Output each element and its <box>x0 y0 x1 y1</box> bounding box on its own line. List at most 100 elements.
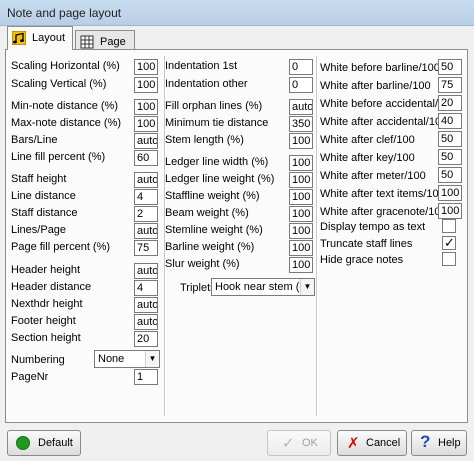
truncate-staff-lines-label: Truncate staff lines <box>320 238 413 250</box>
cancel-button[interactable]: ✗ Cancel <box>337 430 407 456</box>
white-before-accidental-input[interactable]: 20 <box>438 95 462 111</box>
scaling-vertical-input[interactable]: 100 <box>134 77 158 93</box>
beam-weight-input[interactable]: 100 <box>289 206 313 222</box>
help-button-label: Help <box>438 437 461 449</box>
tab-layout[interactable]: Layout <box>7 26 73 50</box>
white-after-clef-input[interactable]: 50 <box>438 131 462 147</box>
lines-page-input[interactable]: auto <box>134 223 158 239</box>
white-after-text-items-input[interactable]: 100 <box>438 185 462 201</box>
column-divider <box>316 56 318 416</box>
staffline-weight-input[interactable]: 100 <box>289 189 313 205</box>
stem-length-input[interactable]: 100 <box>289 133 313 149</box>
white-after-accidental-label: White after accidental/100 <box>320 116 438 128</box>
triplets-select[interactable]: Hook near stem (de ▼ <box>211 278 315 296</box>
white-after-barline-input[interactable]: 75 <box>438 77 462 93</box>
line-distance-input[interactable]: 4 <box>134 189 158 205</box>
bars-line-label: Bars/Line <box>11 134 58 146</box>
truncate-staff-lines-checkbox[interactable]: ✓ <box>442 235 456 250</box>
indentation-other-input[interactable]: 0 <box>289 77 313 93</box>
numbering-label: Numbering <box>11 354 65 366</box>
ledger-line-weight-label: Ledger line weight (%) <box>165 173 275 185</box>
max-note-distance-label: Max-note distance (%) <box>11 117 122 129</box>
stem-length-label: Stem length (%) <box>165 134 244 146</box>
white-after-clef-label: White after clef/100 <box>320 134 415 146</box>
staff-height-input[interactable]: auto <box>134 172 158 188</box>
scaling-vertical-label: Scaling Vertical (%) <box>11 78 107 90</box>
white-after-meter-input[interactable]: 50 <box>438 167 462 183</box>
fill-orphan-lines-input[interactable]: auto <box>289 99 313 115</box>
triplets-value: Hook near stem (de <box>215 281 312 293</box>
numbering-select[interactable]: None ▼ <box>94 350 160 368</box>
nexthdr-height-label: Nexthdr height <box>11 298 83 310</box>
white-after-accidental-input[interactable]: 40 <box>438 113 462 129</box>
nexthdr-height-input[interactable]: auto <box>134 297 158 313</box>
title-bar: Note and page layout <box>0 0 474 26</box>
footer-height-label: Footer height <box>11 315 76 327</box>
help-icon: ? <box>420 432 431 451</box>
max-note-distance-input[interactable]: 100 <box>134 116 158 132</box>
indentation-1st-label: Indentation 1st <box>165 60 238 72</box>
min-note-distance-label: Min-note distance (%) <box>11 100 118 112</box>
hide-grace-notes-label: Hide grace notes <box>320 254 404 266</box>
white-after-meter-label: White after meter/100 <box>320 170 426 182</box>
stemline-weight-label: Stemline weight (%) <box>165 224 263 236</box>
page-fill-percent-input[interactable]: 75 <box>134 240 158 256</box>
slur-weight-input[interactable]: 100 <box>289 257 313 273</box>
slur-weight-label: Slur weight (%) <box>165 258 240 270</box>
fill-orphan-lines-label: Fill orphan lines (%) <box>165 100 263 112</box>
barline-weight-label: Barline weight (%) <box>165 241 255 253</box>
ledger-line-weight-input[interactable]: 100 <box>289 172 313 188</box>
chevron-down-icon[interactable]: ▼ <box>145 351 159 367</box>
barline-weight-input[interactable]: 100 <box>289 240 313 256</box>
minimum-tie-distance-label: Minimum tie distance <box>165 117 269 129</box>
display-tempo-checkbox[interactable] <box>442 219 456 233</box>
close-icon: ✗ <box>347 435 360 452</box>
header-distance-input[interactable]: 4 <box>134 280 158 296</box>
tab-layout-label: Layout <box>32 32 66 44</box>
white-before-barline-label: White before barline/100 <box>320 62 438 74</box>
min-note-distance-input[interactable]: 100 <box>134 99 158 115</box>
layout-dialog: Note and page layout Page Layout Scaling… <box>0 0 474 461</box>
check-icon: ✓ <box>282 435 295 452</box>
help-button[interactable]: ? Help <box>411 430 467 456</box>
default-button-label: Default <box>38 437 73 449</box>
indentation-1st-input[interactable]: 0 <box>289 59 313 75</box>
staffline-weight-label: Staffline weight (%) <box>165 190 260 202</box>
staff-distance-input[interactable]: 2 <box>134 206 158 222</box>
indentation-other-label: Indentation other <box>165 78 248 90</box>
line-distance-label: Line distance <box>11 190 76 202</box>
pagenr-input[interactable]: 1 <box>134 369 158 385</box>
hide-grace-notes-checkbox[interactable] <box>442 252 456 266</box>
minimum-tie-distance-input[interactable]: 350 <box>289 116 313 132</box>
white-before-accidental-label: White before accidental/100 <box>320 98 438 110</box>
white-after-key-input[interactable]: 50 <box>438 149 462 165</box>
section-height-input[interactable]: 20 <box>134 331 158 347</box>
header-height-input[interactable]: auto <box>134 263 158 279</box>
white-after-barline-label: White after barline/100 <box>320 80 431 92</box>
white-after-gracenote-input[interactable]: 100 <box>438 203 462 219</box>
window-title: Note and page layout <box>7 6 122 20</box>
staff-height-label: Staff height <box>11 173 67 185</box>
bars-line-input[interactable]: auto <box>134 133 158 149</box>
checkmark-icon: ✓ <box>444 235 455 250</box>
scaling-horizontal-input[interactable]: 100 <box>134 59 158 75</box>
white-before-barline-input[interactable]: 50 <box>438 59 462 75</box>
footer-height-input[interactable]: auto <box>134 314 158 330</box>
music-notes-icon <box>12 31 26 45</box>
chevron-down-icon[interactable]: ▼ <box>300 279 314 295</box>
ok-button-label: OK <box>302 437 318 449</box>
white-after-gracenote-label: White after gracenote/100 <box>320 206 438 218</box>
white-after-key-label: White after key/100 <box>320 152 415 164</box>
lines-page-label: Lines/Page <box>11 224 67 236</box>
stemline-weight-input[interactable]: 100 <box>289 223 313 239</box>
header-distance-label: Header distance <box>11 281 92 293</box>
tab-page-label: Page <box>100 36 126 48</box>
ledger-line-width-input[interactable]: 100 <box>289 155 313 171</box>
beam-weight-label: Beam weight (%) <box>165 207 249 219</box>
line-fill-percent-input[interactable]: 60 <box>134 150 158 166</box>
default-button[interactable]: Default <box>7 430 81 456</box>
page-fill-percent-label: Page fill percent (%) <box>11 241 111 253</box>
ok-button[interactable]: ✓ OK <box>267 430 331 456</box>
white-after-text-items-label: White after text items/100 <box>320 188 438 200</box>
line-fill-percent-label: Line fill percent (%) <box>11 151 106 163</box>
